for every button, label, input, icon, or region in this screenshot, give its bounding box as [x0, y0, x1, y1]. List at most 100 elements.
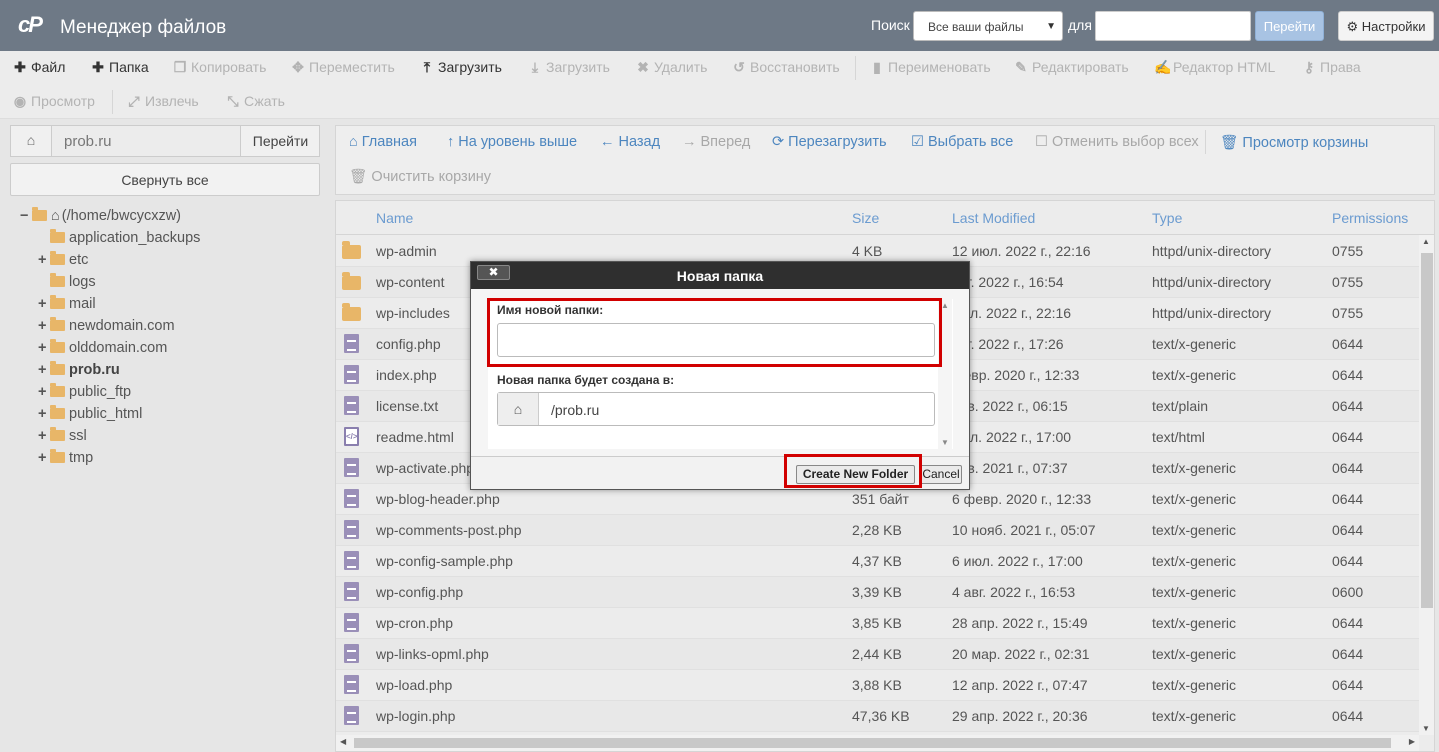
- home-icon: ⌂: [349, 134, 358, 150]
- empty-trash-button[interactable]: 🗑 Очистить корзину: [349, 168, 491, 185]
- permissions-button[interactable]: ⚷ Права: [1301, 59, 1361, 76]
- new-folder-button[interactable]: ✚ Папка: [90, 59, 149, 76]
- scroll-right-icon[interactable]: ▶: [1409, 737, 1415, 746]
- delete-button[interactable]: ✖ Удалить: [635, 59, 707, 76]
- html-editor-button[interactable]: ✍ Редактор HTML: [1154, 59, 1275, 76]
- collapse-all-button[interactable]: Свернуть все: [10, 163, 320, 196]
- table-row[interactable]: wp-login.php 47,36 KB 29 апр. 2022 г., 20:…: [336, 701, 1419, 732]
- file-type: text/x-generic: [1152, 584, 1237, 600]
- nav-forward-button[interactable]: → Вперед: [682, 134, 750, 150]
- rename-label: Переименовать: [888, 59, 991, 75]
- dialog-close-button[interactable]: ✖: [477, 265, 510, 280]
- tree-item-olddomain[interactable]: + olddomain.com: [38, 339, 167, 356]
- table-row[interactable]: wp-cron.php 3,85 KB 28 апр. 2022 г., 15:49…: [336, 608, 1419, 639]
- column-header-type[interactable]: Type: [1152, 210, 1182, 226]
- table-row[interactable]: wp-load.php 3,88 KB 12 апр. 2022 г., 07:47…: [336, 670, 1419, 701]
- upload-button[interactable]: ⤒ Загрузить: [419, 59, 502, 76]
- tree-item-public-html[interactable]: + public_html: [38, 405, 142, 422]
- tree-item-public-ftp[interactable]: + public_ftp: [38, 383, 131, 400]
- table-row[interactable]: wp-config-sample.php 4,37 KB 6 июл. 2022 г…: [336, 546, 1419, 577]
- vertical-scrollbar[interactable]: ▲ ▼: [1419, 235, 1434, 735]
- file-icon: [342, 396, 359, 415]
- eye-icon: ◉: [13, 93, 27, 109]
- tree-item-logs[interactable]: logs: [38, 273, 96, 290]
- file-permissions: 0644: [1332, 460, 1364, 476]
- deselect-all-button[interactable]: ☐ Отменить выбор всех: [1035, 134, 1199, 150]
- home-icon[interactable]: ⌂: [11, 126, 52, 156]
- copy-button[interactable]: ❐ Копировать: [172, 59, 267, 76]
- search-input[interactable]: [1095, 11, 1251, 41]
- search-go-button[interactable]: Перейти: [1255, 11, 1324, 41]
- highlight-box-folder-name: [487, 298, 942, 367]
- chevron-down-icon: ▼: [1046, 21, 1056, 32]
- column-header-modified[interactable]: Last Modified: [952, 210, 1035, 226]
- tree-item-ssl[interactable]: + ssl: [38, 427, 87, 444]
- checkbox-empty-icon: ☐: [1035, 134, 1048, 150]
- table-row[interactable]: wp-links-opml.php 2,44 KB 20 мар. 2022 г.,…: [336, 639, 1419, 670]
- settings-button[interactable]: ⚙ Настройки: [1338, 11, 1434, 41]
- tree-item-tmp[interactable]: + tmp: [38, 449, 93, 466]
- cancel-button[interactable]: Cancel: [920, 465, 962, 484]
- column-header-size[interactable]: Size: [852, 210, 879, 226]
- tree-item-label: logs: [69, 274, 96, 290]
- scroll-left-icon[interactable]: ◀: [340, 737, 346, 746]
- column-header-permissions[interactable]: Permissions: [1332, 210, 1408, 226]
- location-field[interactable]: ⌂ /prob.ru: [497, 392, 935, 426]
- toolbar-divider: [112, 90, 113, 114]
- horizontal-scrollbar[interactable]: ◀ ▶: [336, 735, 1419, 751]
- scrollbar-thumb[interactable]: [354, 738, 1391, 748]
- edit-button[interactable]: ✎ Редактировать: [1013, 59, 1129, 76]
- location-label: Новая папка будет создана в:: [497, 373, 675, 387]
- file-size: 47,36 KB: [852, 708, 910, 724]
- select-all-button[interactable]: ☑ Выбрать все: [911, 134, 1013, 150]
- path-input[interactable]: prob.ru: [52, 126, 240, 156]
- scroll-down-icon[interactable]: ▼: [941, 438, 949, 447]
- expand-toggle[interactable]: +: [38, 340, 50, 356]
- tree-item-mail[interactable]: + mail: [38, 295, 96, 312]
- expand-toggle[interactable]: +: [38, 252, 50, 268]
- view-button[interactable]: ◉ Просмотр: [12, 93, 95, 110]
- checkbox-checked-icon: ☑: [911, 134, 924, 150]
- collapse-toggle[interactable]: −: [20, 208, 32, 224]
- file-icon: [342, 551, 359, 570]
- tree-item-home[interactable]: − ⌂ (/home/bwcycxzw): [20, 207, 181, 224]
- move-button[interactable]: ✥ Переместить: [290, 59, 395, 76]
- rename-button[interactable]: ▮ Переименовать: [869, 59, 991, 76]
- table-row[interactable]: wp-config.php 3,39 KB 4 авг. 2022 г., 16:5…: [336, 577, 1419, 608]
- table-row[interactable]: wp-comments-post.php 2,28 KB 10 нояб. 2021…: [336, 515, 1419, 546]
- expand-toggle[interactable]: +: [38, 362, 50, 378]
- expand-toggle[interactable]: +: [38, 428, 50, 444]
- scroll-up-icon[interactable]: ▲: [1422, 237, 1430, 246]
- new-file-button[interactable]: ✚ Файл: [12, 59, 65, 76]
- extract-button[interactable]: ⤢ Извлечь: [126, 93, 198, 110]
- search-label: Поиск: [871, 17, 910, 33]
- view-trash-button[interactable]: 🗑 Просмотр корзины: [1220, 134, 1368, 151]
- expand-toggle[interactable]: +: [38, 450, 50, 466]
- scroll-up-icon[interactable]: ▲: [941, 301, 949, 310]
- download-button[interactable]: ⤓ Загрузить: [527, 59, 610, 76]
- expand-toggle[interactable]: +: [38, 384, 50, 400]
- compress-button[interactable]: ⤡ Сжать: [225, 93, 285, 110]
- expand-toggle[interactable]: +: [38, 296, 50, 312]
- tree-item-application-backups[interactable]: application_backups: [38, 229, 200, 246]
- file-type: text/plain: [1152, 398, 1209, 414]
- scrollbar-thumb[interactable]: [1421, 253, 1433, 608]
- search-scope-select[interactable]: Все ваши файлы ▼: [913, 11, 1063, 41]
- expand-toggle[interactable]: +: [38, 406, 50, 422]
- tree-item-prob-ru[interactable]: + prob.ru: [38, 361, 120, 378]
- nav-up-button[interactable]: ↑ На уровень выше: [447, 134, 577, 150]
- tree-item-label: etc: [69, 252, 89, 268]
- expand-toggle[interactable]: +: [38, 318, 50, 334]
- pencil-icon: ✎: [1015, 59, 1027, 75]
- column-header-name[interactable]: Name: [376, 210, 413, 226]
- restore-button[interactable]: ↺ Восстановить: [731, 59, 840, 76]
- tree-item-etc[interactable]: + etc: [38, 251, 89, 268]
- scroll-down-icon[interactable]: ▼: [1422, 724, 1430, 733]
- path-go-button[interactable]: Перейти: [240, 126, 320, 156]
- file-type: text/x-generic: [1152, 367, 1237, 383]
- file-type: text/x-generic: [1152, 708, 1237, 724]
- tree-item-newdomain[interactable]: + newdomain.com: [38, 317, 175, 334]
- nav-home-button[interactable]: ⌂ Главная: [349, 134, 417, 150]
- nav-reload-button[interactable]: ⟳ Перезагрузить: [772, 134, 887, 150]
- nav-back-button[interactable]: ← Назад: [600, 134, 660, 150]
